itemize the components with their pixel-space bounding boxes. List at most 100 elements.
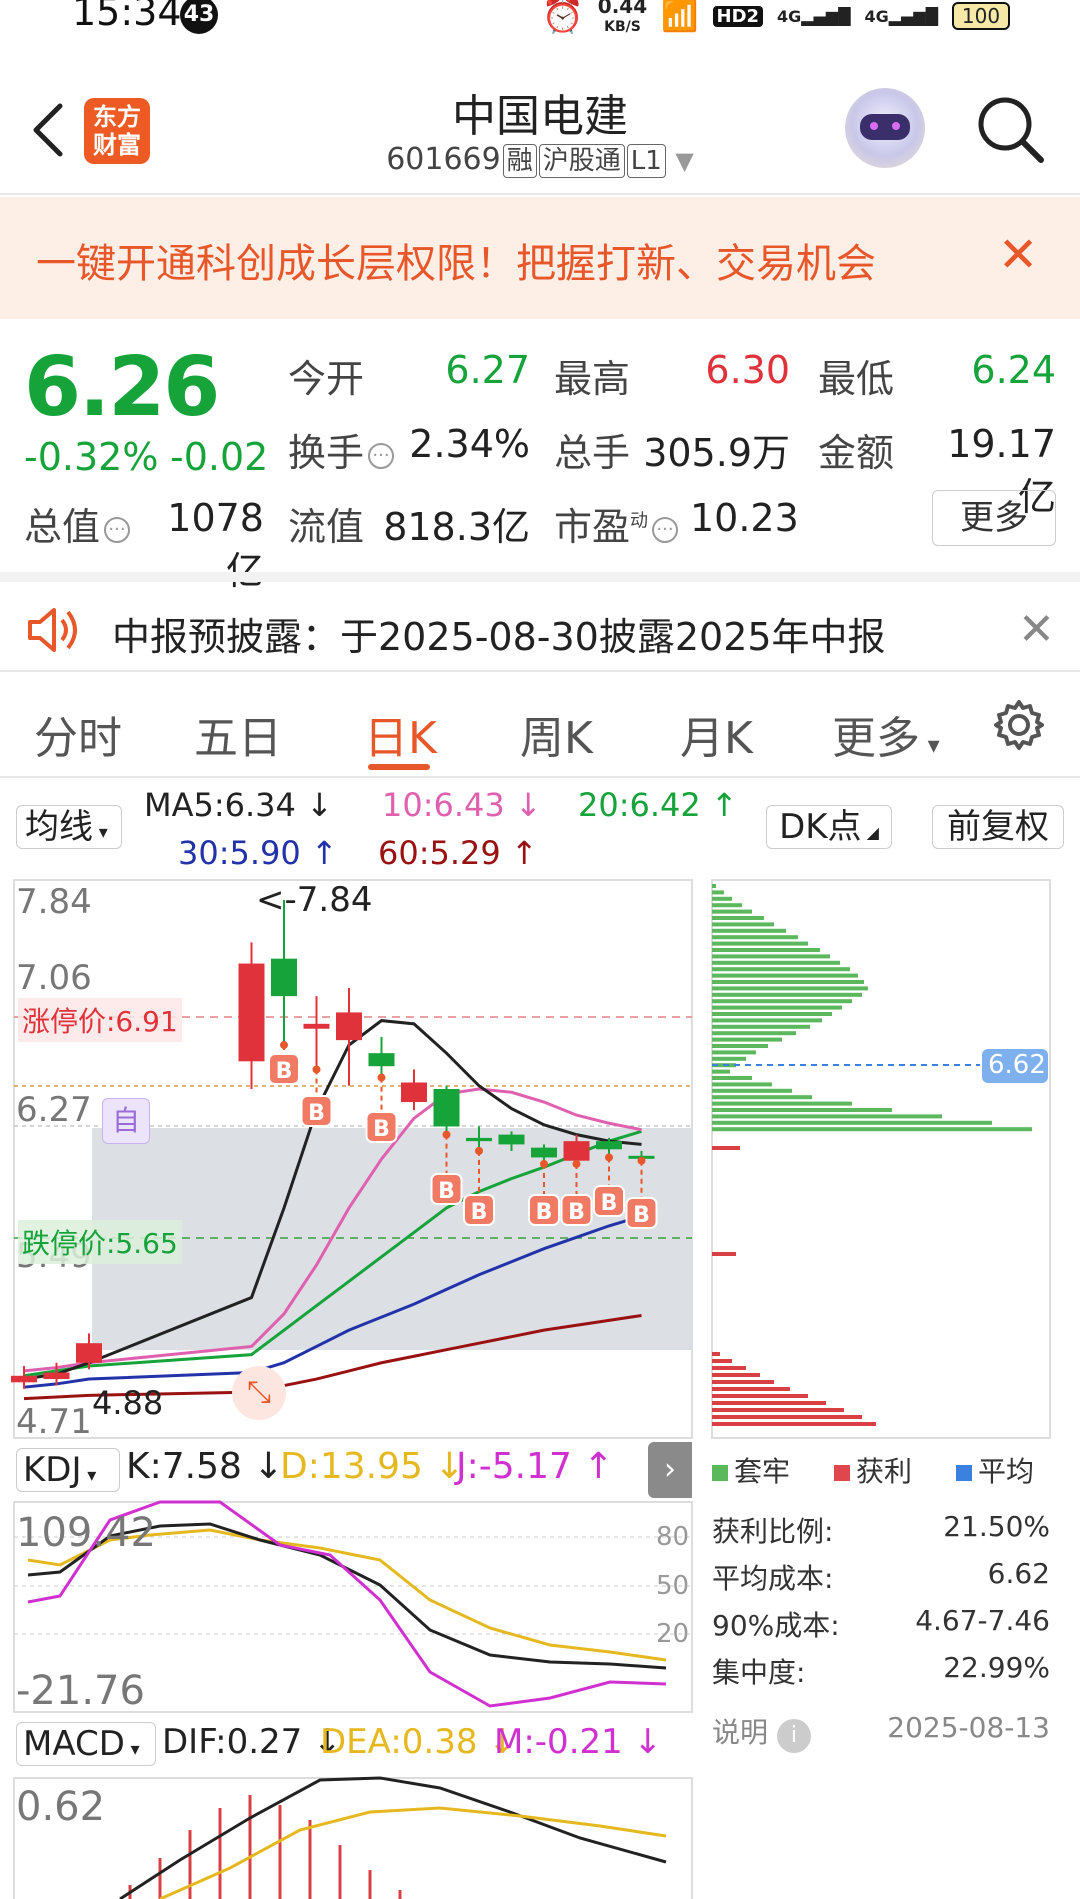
chip-bar-profit <box>712 1380 774 1384</box>
chip-bar-trapped <box>712 1127 1032 1132</box>
expand-icon[interactable]: ⤡ <box>232 1366 286 1420</box>
limit-down-label: 跌停价:5.65 <box>18 1220 182 1264</box>
chip-bar-trapped <box>712 986 868 991</box>
buy-marker-dot <box>377 1073 386 1082</box>
chip-bar-trapped <box>712 973 858 978</box>
chip-bar-trapped <box>712 954 830 959</box>
candle-body <box>238 963 265 1062</box>
legend-trapped: 套牢 <box>712 1450 790 1490</box>
buy-marker-dot <box>312 1065 321 1074</box>
buy-marker-label: B <box>633 1203 650 1228</box>
cost90-value: 4.67-7.46 <box>915 1604 1050 1637</box>
buy-marker-dot <box>475 1146 483 1155</box>
chip-bar-trapped <box>712 948 820 952</box>
profit-ratio-value: 21.50% <box>943 1510 1050 1543</box>
avg-cost-value: 6.62 <box>987 1557 1050 1590</box>
chip-bar-profit <box>712 1373 760 1377</box>
macd-selector[interactable]: MACD ▾ <box>16 1722 156 1766</box>
chip-bar-trapped <box>712 1101 852 1106</box>
chip-avg-price: 6.62 <box>988 1050 1046 1080</box>
buy-marker-dot <box>442 1130 451 1139</box>
chip-bar-profit <box>712 1352 720 1356</box>
candle-body <box>433 1089 460 1127</box>
chip-bar-trapped <box>712 1082 772 1087</box>
kdj-level-50: 50 <box>656 1571 690 1601</box>
limit-up-label: 涨停价:6.91 <box>18 998 182 1042</box>
buy-marker-label: B <box>373 1117 390 1142</box>
note-link[interactable]: 说明 i <box>712 1711 811 1753</box>
chip-bar-profit <box>712 1422 876 1426</box>
buy-marker-label: B <box>438 1179 455 1204</box>
candle-body <box>11 1375 37 1383</box>
chip-bar-trapped <box>712 922 774 927</box>
buy-marker-dot <box>540 1159 548 1168</box>
chip-bar-trapped <box>712 1037 782 1042</box>
candle-body <box>596 1141 622 1150</box>
chip-bar-trapped <box>712 928 786 933</box>
y-label-2: 7.06 <box>16 958 92 998</box>
chip-bar-trapped <box>712 1108 892 1112</box>
chip-bar-trapped <box>712 1056 746 1061</box>
kdj-d-value: D:13.95 ↓ <box>280 1446 465 1487</box>
chip-bar-trapped <box>712 1044 768 1048</box>
chip-bar-trapped <box>712 909 752 914</box>
chip-date: 2025-08-13 <box>887 1711 1050 1744</box>
kdj-selector[interactable]: KDJ ▾ <box>16 1448 120 1492</box>
legend-average: 平均 <box>956 1450 1034 1490</box>
chip-bar-trapped <box>712 1031 796 1036</box>
chip-bar-trapped <box>712 1088 792 1093</box>
candle-body <box>303 1023 330 1029</box>
chip-bar-trapped <box>712 1050 756 1055</box>
info-icon: i <box>776 1719 811 1753</box>
y-label-min: 4.71 <box>16 1402 92 1442</box>
chip-bar-profit <box>712 1252 736 1256</box>
chip-bar-trapped <box>712 1114 942 1119</box>
buy-marker-dot <box>280 1041 288 1050</box>
chip-bar-profit <box>712 1366 746 1370</box>
chip-bar-trapped <box>712 1012 832 1016</box>
macd-m-value: M:-0.21 ↓ <box>494 1722 663 1762</box>
buy-marker-label: B <box>601 1191 618 1216</box>
chip-bar-profit <box>712 1401 826 1405</box>
chip-bar-trapped <box>712 896 732 901</box>
chip-bar-profit <box>712 1359 732 1363</box>
candle-body <box>466 1137 492 1142</box>
candle-body <box>498 1134 525 1145</box>
chip-legend: 套牢 获利 平均 <box>712 1450 1034 1490</box>
min-price-label: 4.88 <box>92 1384 164 1422</box>
chip-bar-profit <box>712 1387 790 1391</box>
chip-bar-trapped <box>712 1069 730 1074</box>
expand-panel-arrow-icon[interactable]: › <box>648 1442 692 1498</box>
chip-bar-trapped <box>712 935 798 940</box>
chip-bar-trapped <box>712 1076 752 1080</box>
chip-bar-trapped <box>712 884 716 888</box>
concentration-value: 22.99% <box>943 1651 1050 1684</box>
chip-bar-trapped <box>712 916 764 920</box>
chip-bar-trapped <box>712 1005 842 1010</box>
macd-dif-value: DIF:0.27 ↓ <box>162 1722 342 1762</box>
chip-bar-profit <box>712 1408 844 1412</box>
kdj-max-label: 109.42 <box>16 1510 156 1556</box>
chip-bar-trapped <box>712 1018 822 1023</box>
buy-marker-dot <box>572 1159 581 1168</box>
candle-body <box>336 1012 362 1041</box>
candle-body <box>401 1082 427 1103</box>
chip-bar-trapped <box>712 999 852 1004</box>
buy-marker-label: B <box>471 1200 488 1225</box>
chip-bar-trapped <box>712 1120 992 1125</box>
kdj-k-value: K:7.58 ↓ <box>126 1446 284 1487</box>
candle-body <box>368 1053 395 1067</box>
buy-marker-dot <box>605 1153 613 1162</box>
self-select-tag[interactable]: 自 <box>102 1098 150 1144</box>
candle-body <box>563 1141 590 1161</box>
macd-dea-value: DEA:0.38 ↓ <box>320 1722 517 1762</box>
chip-bar-profit <box>712 1394 808 1398</box>
buy-marker-dot <box>637 1156 646 1165</box>
kdj-j-value: J:-5.17 ↑ <box>456 1446 614 1487</box>
y-label-max: 7.84 <box>16 882 92 922</box>
candle-body <box>531 1147 557 1158</box>
avg-cost-label: 平均成本: <box>712 1562 834 1595</box>
chip-bar-trapped <box>712 960 840 965</box>
chip-bar-trapped <box>712 980 864 984</box>
kdj-min-label: -21.76 <box>16 1668 145 1714</box>
